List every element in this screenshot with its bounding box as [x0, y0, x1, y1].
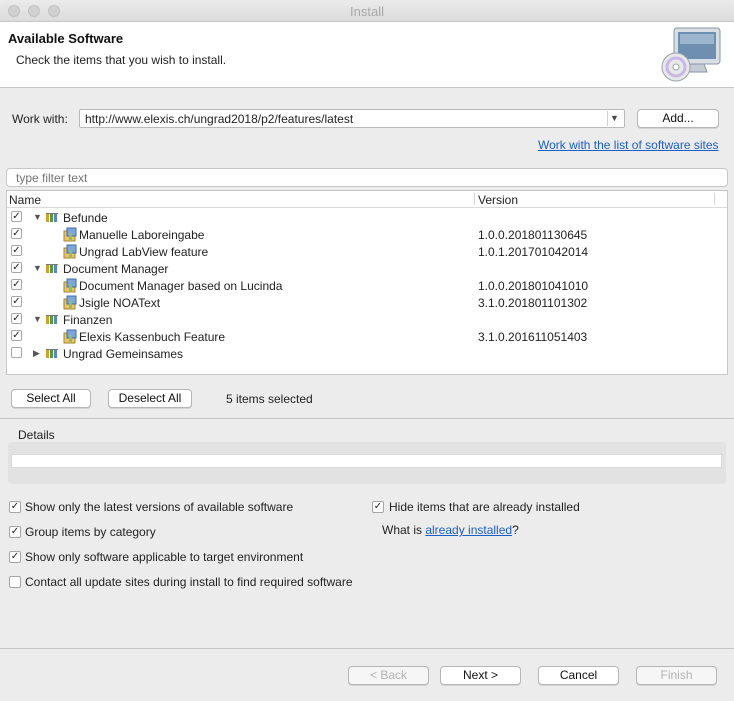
select-all-button[interactable]: Select All: [11, 389, 91, 408]
row-checkbox[interactable]: ✓: [11, 330, 22, 341]
column-divider[interactable]: [474, 193, 475, 205]
row-name: Manuelle Laboreingabe: [79, 228, 205, 242]
next-button[interactable]: Next >: [440, 666, 521, 685]
tree-feature-row[interactable]: ✓ Elexis Kassenbuch Feature 3.1.0.20161105…: [7, 328, 727, 345]
expand-down-icon[interactable]: ▼: [33, 212, 42, 222]
row-version: 1.0.0.201801041010: [478, 279, 589, 293]
tree-category-row[interactable]: ✓ ▼ Befunde: [7, 209, 727, 226]
group-by-category-checkbox[interactable]: ✓: [9, 526, 21, 538]
tree-category-row[interactable]: ✓ ▼ Document Manager: [7, 260, 727, 277]
details-text: [11, 454, 722, 468]
page-subtitle: Check the items that you wish to install…: [16, 53, 227, 67]
row-name: Ungrad LabView feature: [79, 245, 209, 259]
row-checkbox[interactable]: ✓: [11, 262, 22, 273]
category-bars-icon: [46, 212, 60, 222]
row-name: Befunde: [63, 211, 108, 225]
work-with-label: Work with:: [12, 112, 68, 126]
feature-plugin-icon: [62, 295, 78, 310]
contact-all-sites-label[interactable]: Contact all update sites during install …: [25, 575, 353, 589]
applicable-only-label[interactable]: Show only software applicable to target …: [25, 550, 303, 564]
filter-input[interactable]: [6, 168, 728, 187]
feature-plugin-icon: [62, 329, 78, 344]
deselect-all-button[interactable]: Deselect All: [108, 389, 192, 408]
tree-category-row[interactable]: ▶ Ungrad Gemeinsames: [7, 345, 727, 362]
row-checkbox[interactable]: ✓: [11, 228, 22, 239]
work-with-combo[interactable]: http://www.elexis.ch/ungrad2018/p2/featu…: [79, 109, 625, 128]
applicable-only-checkbox[interactable]: ✓: [9, 551, 21, 563]
category-bars-icon: [46, 314, 60, 324]
monitor-cd-icon: [661, 27, 721, 82]
row-version: 3.1.0.201801101302: [478, 296, 588, 310]
already-installed-prompt: What is already installed?: [382, 523, 519, 537]
row-version: 1.0.1.201701042014: [478, 245, 589, 259]
page-title: Available Software: [8, 31, 124, 46]
expand-right-icon[interactable]: ▶: [33, 348, 40, 359]
install-dialog: Install Available Software Check the ite…: [0, 0, 734, 701]
finish-button[interactable]: Finish: [636, 666, 717, 685]
tree-feature-row[interactable]: ✓ Jsigle NOAText 3.1.0.201801101302: [7, 294, 727, 311]
row-name: Document Manager based on Lucinda: [79, 279, 283, 293]
tree-category-row[interactable]: ✓ ▼ Finanzen: [7, 311, 727, 328]
details-label: Details: [18, 428, 55, 442]
row-name: Elexis Kassenbuch Feature: [79, 330, 226, 344]
category-bars-icon: [46, 263, 60, 273]
already-installed-link[interactable]: already installed: [425, 523, 512, 537]
expand-down-icon[interactable]: ▼: [33, 263, 42, 273]
separator: [0, 418, 734, 419]
feature-plugin-icon: [62, 227, 78, 242]
category-bars-icon: [46, 348, 60, 358]
group-by-category-label[interactable]: Group items by category: [25, 525, 156, 539]
row-checkbox[interactable]: ✓: [11, 211, 22, 222]
feature-plugin-icon: [62, 278, 78, 293]
selection-status: 5 items selected: [226, 392, 313, 406]
tree-feature-row[interactable]: ✓ Ungrad LabView feature 1.0.1.20170104201…: [7, 243, 727, 260]
tree-header: Name Version: [7, 191, 727, 208]
row-version: 3.1.0.201611051403: [478, 330, 588, 344]
row-version: 1.0.0.201801130645: [478, 228, 588, 242]
latest-versions-label[interactable]: Show only the latest versions of availab…: [25, 500, 293, 514]
tree-feature-row[interactable]: ✓ Manuelle Laboreingabe 1.0.0.201801130645: [7, 226, 727, 243]
column-divider[interactable]: [714, 193, 715, 205]
row-checkbox[interactable]: ✓: [11, 296, 22, 307]
feature-plugin-icon: [62, 244, 78, 259]
row-checkbox[interactable]: ✓: [11, 245, 22, 256]
window-title: Install: [350, 4, 384, 19]
wizard-header: Available Software Check the items that …: [0, 22, 734, 88]
tree-feature-row[interactable]: ✓ Document Manager based on Lucinda 1.0.0.…: [7, 277, 727, 294]
what-is-prefix: What is: [382, 523, 426, 537]
row-checkbox[interactable]: ✓: [11, 313, 22, 324]
software-sites-link[interactable]: Work with the list of software sites: [538, 138, 719, 152]
row-name: Jsigle NOAText: [79, 296, 161, 310]
contact-all-sites-checkbox[interactable]: [9, 576, 21, 588]
add-site-button[interactable]: Add...: [637, 109, 719, 128]
cancel-button[interactable]: Cancel: [538, 666, 619, 685]
row-name: Document Manager: [63, 262, 169, 276]
row-name: Ungrad Gemeinsames: [63, 347, 184, 361]
hide-installed-checkbox[interactable]: ✓: [372, 501, 384, 513]
row-checkbox[interactable]: [11, 347, 22, 358]
latest-versions-checkbox[interactable]: ✓: [9, 501, 21, 513]
what-is-suffix: ?: [512, 523, 519, 537]
row-checkbox[interactable]: ✓: [11, 279, 22, 290]
column-header-name[interactable]: Name: [9, 193, 41, 207]
software-tree[interactable]: Name Version ✓ ▼ Befunde ✓ Manuelle Laborein…: [6, 190, 728, 375]
details-panel: [8, 442, 726, 484]
hide-installed-label[interactable]: Hide items that are already installed: [389, 500, 580, 514]
chevron-down-icon[interactable]: ▼: [607, 111, 621, 126]
row-name: Finanzen: [63, 313, 113, 327]
expand-down-icon[interactable]: ▼: [33, 314, 42, 324]
footer-separator: [0, 648, 734, 649]
back-button[interactable]: < Back: [348, 666, 429, 685]
work-with-value: http://www.elexis.ch/ungrad2018/p2/featu…: [85, 112, 354, 126]
title-bar: Install: [0, 0, 734, 22]
column-header-version[interactable]: Version: [478, 193, 518, 207]
